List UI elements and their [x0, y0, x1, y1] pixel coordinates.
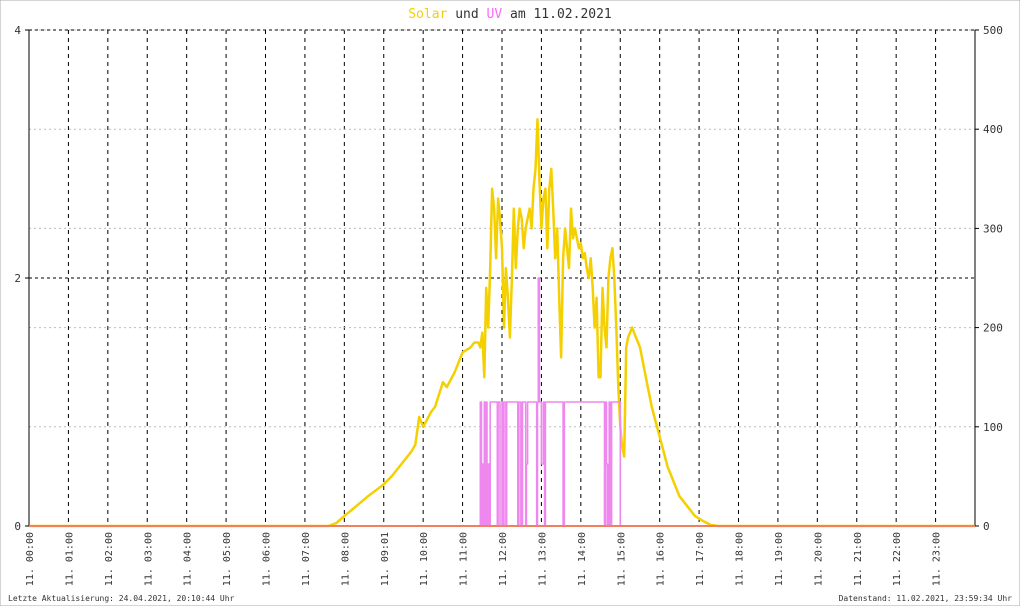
right-tick-label: 200 — [983, 322, 1003, 335]
right-tick-label: 100 — [983, 421, 1003, 434]
x-tick-label: 11. 18:00 — [735, 532, 746, 586]
left-tick-label: 0 — [14, 520, 21, 533]
right-tick-label: 400 — [983, 123, 1003, 136]
x-tick-label: 11. 06:00 — [262, 532, 273, 586]
x-tick-label: 11. 00:00 — [25, 532, 36, 586]
x-tick-label: 11. 13:00 — [537, 532, 548, 586]
x-tick-label: 11. 07:00 — [301, 532, 312, 586]
x-tick-label: 11. 14:00 — [577, 532, 588, 586]
right-tick-label: 0 — [983, 520, 990, 533]
x-tick-label: 11. 02:00 — [104, 532, 115, 586]
x-tick-label: 11. 12:00 — [498, 532, 509, 586]
x-tick-label: 11. 04:00 — [183, 532, 194, 586]
right-tick-label: 500 — [983, 24, 1003, 37]
x-tick-label: 11. 19:00 — [774, 532, 785, 586]
x-tick-label: 11. 23:00 — [932, 532, 943, 586]
x-tick-label: 11. 21:00 — [853, 532, 864, 586]
footer-data-state: Datenstand: 11.02.2021, 23:59:34 Uhr — [839, 594, 1013, 603]
x-tick-label: 11. 20:00 — [813, 532, 824, 586]
title-und: und — [447, 7, 486, 22]
x-tick-label: 11. 08:00 — [340, 532, 351, 586]
solar-uv-chart: Solar und UV am 11.02.2021 0 2 4 0 100 200 300… — [0, 0, 1020, 606]
x-tick-label: 11. 22:00 — [892, 532, 903, 586]
x-tick-label: 11. 15:00 — [616, 532, 627, 586]
footer-last-update: Letzte Aktualisierung: 24.04.2021, 20:10… — [8, 594, 235, 603]
x-tick-label: 11. 11:00 — [459, 532, 470, 586]
chart-title: Solar und UV am 11.02.2021 — [408, 7, 612, 22]
right-tick-label: 300 — [983, 222, 1003, 235]
x-tick-label: 11. 09:01 — [380, 532, 391, 586]
x-tick-label: 11. 17:00 — [695, 532, 706, 586]
title-date: am 11.02.2021 — [502, 7, 612, 22]
x-tick-label: 11. 10:00 — [419, 532, 430, 586]
x-tick-label: 11. 03:00 — [143, 532, 154, 586]
left-tick-label: 4 — [14, 24, 21, 37]
title-uv: UV — [487, 7, 503, 22]
title-solar: Solar — [408, 7, 447, 22]
x-tick-label: 11. 01:00 — [64, 532, 75, 586]
x-tick-label: 11. 16:00 — [656, 532, 667, 586]
left-tick-label: 2 — [14, 272, 21, 285]
x-tick-label: 11. 05:00 — [222, 532, 233, 586]
